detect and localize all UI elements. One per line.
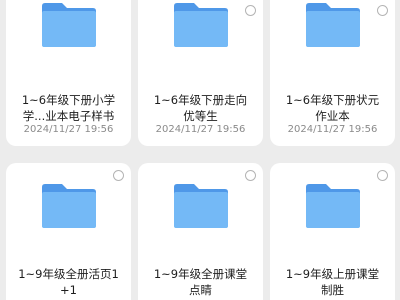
folder-title: 1~9年级全册课堂 点睛 bbox=[153, 267, 248, 297]
folder-card[interactable]: 1~6年级下册走向 优等生 2024/11/27 19:56 bbox=[138, 0, 263, 146]
select-radio[interactable] bbox=[113, 170, 124, 181]
select-radio[interactable] bbox=[245, 5, 256, 16]
folder-card[interactable]: 1~9年级上册课堂 制胜 bbox=[270, 163, 395, 300]
select-radio[interactable] bbox=[377, 5, 388, 16]
folder-date: 2024/11/27 19:56 bbox=[287, 124, 378, 135]
folder-icon bbox=[40, 183, 98, 229]
select-radio[interactable] bbox=[245, 170, 256, 181]
folder-title: 1~6年级下册小学 学...业本电子样书 bbox=[21, 93, 116, 123]
folder-title: 1~6年级下册状元 作业本 bbox=[285, 93, 380, 123]
folder-title: 1~9年级全册活页1 +1 bbox=[18, 267, 119, 297]
folder-card[interactable]: 1~6年级下册状元 作业本 2024/11/27 19:56 bbox=[270, 0, 395, 146]
folder-icon bbox=[304, 2, 362, 48]
folder-title: 1~9年级上册课堂 制胜 bbox=[285, 267, 380, 297]
folder-card[interactable]: 1~6年级下册小学 学...业本电子样书 2024/11/27 19:56 bbox=[6, 0, 131, 146]
folder-card[interactable]: 1~9年级全册活页1 +1 bbox=[6, 163, 131, 300]
folder-grid: 1~6年级下册小学 学...业本电子样书 2024/11/27 19:56 1~… bbox=[0, 0, 400, 300]
folder-date: 2024/11/27 19:56 bbox=[23, 124, 114, 135]
folder-icon bbox=[304, 183, 362, 229]
select-radio[interactable] bbox=[377, 170, 388, 181]
folder-icon bbox=[172, 183, 230, 229]
folder-title: 1~6年级下册走向 优等生 bbox=[153, 93, 248, 123]
folder-icon bbox=[40, 2, 98, 48]
folder-card[interactable]: 1~9年级全册课堂 点睛 bbox=[138, 163, 263, 300]
folder-icon bbox=[172, 2, 230, 48]
folder-date: 2024/11/27 19:56 bbox=[155, 124, 246, 135]
